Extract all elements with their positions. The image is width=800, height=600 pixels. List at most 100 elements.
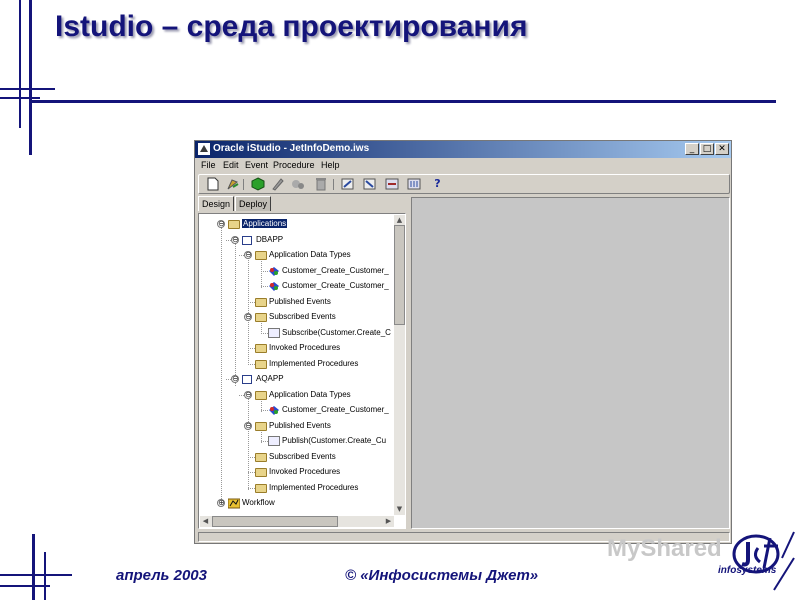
maximize-button[interactable]: □ [700,143,714,155]
window-titlebar[interactable]: Oracle iStudio - JetInfoDemo.iws _ □ ✕ [195,141,731,158]
menu-procedure[interactable]: Procedure [273,160,315,170]
export-icon[interactable] [362,177,377,191]
tree-horizontal-scrollbar[interactable]: ◀ ▶ [200,516,394,527]
tree-guide-line [248,364,255,365]
folder-icon [255,344,267,353]
project-tree-panel: ⊖ Applications ⊖ DBAPP ⊖ Application Dat… [198,213,406,529]
menu-help[interactable]: Help [321,160,340,170]
new-file-icon[interactable] [205,177,220,191]
frame-line-top-left-h1 [0,88,55,90]
application-icon [242,375,252,384]
tree-guide-line [248,457,255,458]
delete-icon[interactable] [313,177,328,191]
editor-panel [411,197,730,529]
tree-guide-line [261,286,268,287]
scroll-left-icon[interactable]: ◀ [200,516,211,527]
folder-icon [228,220,240,229]
horizontal-scroll-thumb[interactable] [212,516,338,527]
tree-node-label: Customer_Create_Customer_ [282,405,389,414]
tree-node-label: Application Data Types [269,250,351,259]
event-icon [268,436,280,446]
jet-logo [732,531,795,591]
collapse-icon[interactable]: ⊖ [244,391,252,399]
scroll-down-icon[interactable]: ▼ [394,504,405,515]
application-icon [242,236,252,245]
tree-node-label: Implemented Procedures [269,359,359,368]
data-type-icon [269,267,279,276]
tree-node-label: Implemented Procedures [269,483,359,492]
collapse-icon[interactable]: ⊖ [244,251,252,259]
collapse-icon[interactable]: ⊖ [231,375,239,383]
vertical-scroll-thumb[interactable] [394,225,405,325]
menu-event[interactable]: Event [245,160,268,170]
tree-guide-line [248,488,255,489]
generate-icon[interactable] [407,177,422,191]
frame-line-top-left-v2 [29,0,32,155]
frame-line-top-left-v1 [19,0,21,128]
menu-file[interactable]: File [201,160,216,170]
tab-design[interactable]: Design [198,196,234,211]
tree-guide-line [261,333,268,334]
minimize-button[interactable]: _ [685,143,699,155]
properties-icon[interactable] [290,177,305,191]
toolbar-separator [333,179,334,190]
tree-guide-line [248,398,249,490]
folder-icon [255,360,267,369]
tab-deploy[interactable]: Deploy [235,196,271,211]
edit-icon[interactable] [270,177,285,191]
help-icon[interactable]: ? [430,177,445,191]
menu-bar: File Edit Event Procedure Help [195,159,731,173]
tree-guide-line [248,348,255,349]
tree-node-label: Invoked Procedures [269,343,341,352]
tree-node-label: Workflow [242,498,275,507]
tree-node-label: Invoked Procedures [269,467,341,476]
tree-node-label: Customer_Create_Customer_ [282,281,389,290]
tree-node-label: Customer_Create_Customer_ [282,266,389,275]
scroll-right-icon[interactable]: ▶ [383,516,394,527]
watermark: MyShared [607,535,722,562]
tree-node-label: Application Data Types [269,390,351,399]
collapse-icon[interactable]: ⊖ [231,236,239,244]
deploy-icon[interactable] [385,177,400,191]
frame-line-top-left-h2 [0,97,40,99]
slide-title: Istudio – среда проектирования [55,10,528,43]
collapse-icon[interactable]: ⊖ [244,313,252,321]
tree-node-label: Subscribe(Customer.Create_C [282,328,391,337]
collapse-icon[interactable]: ⊖ [217,220,225,228]
title-underline [32,100,776,103]
tree-vertical-scrollbar[interactable]: ▲ ▼ [394,215,405,515]
tree-guide-line [235,243,236,377]
tree-node-label: Subscribed Events [269,452,336,461]
cube-icon[interactable] [250,177,265,191]
folder-icon [255,422,267,431]
tree-node-label: Published Events [269,297,331,306]
tree-node-label: Subscribed Events [269,312,336,321]
tree-node-label: AQAPP [256,374,284,383]
expand-icon[interactable]: ⊕ [217,499,225,507]
folder-icon [255,484,267,493]
collapse-icon[interactable]: ⊖ [244,422,252,430]
tree-guide-line [221,227,222,503]
data-type-icon [269,406,279,415]
tree-guide-line [261,258,262,288]
tree-node-label: Publish(Customer.Create_Cu [282,436,387,445]
folder-icon [255,468,267,477]
import-icon[interactable] [340,177,355,191]
folder-icon [255,313,267,322]
frame-line-bottom-left-h1 [0,574,72,576]
tree-guide-line [261,320,262,334]
open-icon[interactable] [225,177,240,191]
menu-edit[interactable]: Edit [223,160,239,170]
folder-icon [255,453,267,462]
folder-icon [255,251,267,260]
frame-line-bottom-left-v2 [44,552,46,600]
tree-node-label: Applications [242,219,288,228]
logo-text: infosystems [718,565,777,576]
frame-line-bottom-left-h2 [0,585,50,587]
istudio-window: Oracle iStudio - JetInfoDemo.iws _ □ ✕ F… [194,140,732,544]
window-title: Oracle iStudio - JetInfoDemo.iws [213,143,370,154]
close-button[interactable]: ✕ [715,143,729,155]
toolbar-separator [243,179,244,190]
tree-guide-line [248,472,255,473]
footer-copyright: © «Инфосистемы Джет» [345,567,539,584]
